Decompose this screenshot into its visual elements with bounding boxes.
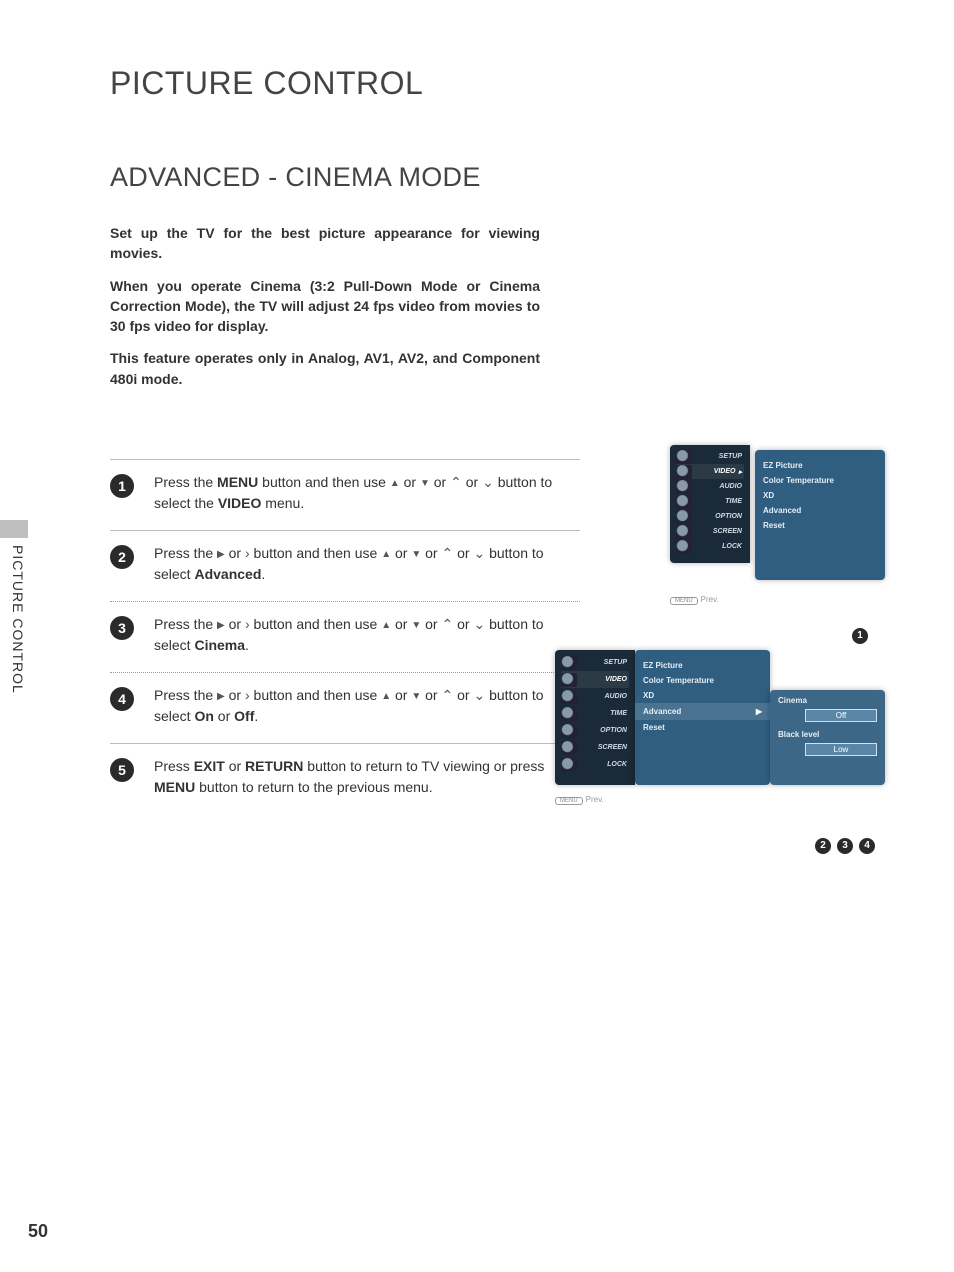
osd-item: EZ Picture xyxy=(763,458,877,473)
step-number-badge: 4 xyxy=(110,687,134,711)
page-number: 50 xyxy=(28,1221,48,1242)
osd-sub-label: Black level xyxy=(778,730,877,739)
osd-item: Color Temperature xyxy=(643,673,762,688)
chevron-up-icon: ⌃ xyxy=(441,543,453,564)
osd-item: Advanced xyxy=(763,503,877,518)
callout-badge-4: 4 xyxy=(859,838,875,854)
right-triangle-icon: ▶ xyxy=(756,707,762,716)
step-number-badge: 1 xyxy=(110,474,134,498)
menu-button-icon: MENU xyxy=(555,797,583,805)
osd-sub-label: Cinema xyxy=(778,696,877,705)
osd-video-panel: EZ Picture Color Temperature XD Advanced… xyxy=(755,450,885,580)
down-triangle-icon: ▼ xyxy=(420,476,430,491)
up-triangle-icon: ▲ xyxy=(381,689,391,704)
osd-item: Reset xyxy=(763,518,877,533)
up-triangle-icon: ▲ xyxy=(381,547,391,562)
step-5: 5 Press EXIT or RETURN button to return … xyxy=(110,744,580,814)
osd-side-item: TIME xyxy=(676,494,744,509)
chevron-down-icon: ⌄ xyxy=(473,685,485,706)
osd-side-item-selected: VIDEO▸ xyxy=(676,464,744,479)
osd-item: EZ Picture xyxy=(643,658,762,673)
osd-side-menu: SETUP VIDEO AUDIO TIME OPTION SCREEN LOC… xyxy=(555,650,635,785)
osd-screenshot-2: SETUP VIDEO AUDIO TIME OPTION SCREEN LOC… xyxy=(555,650,885,825)
up-triangle-icon: ▲ xyxy=(381,618,391,633)
osd-footer: MENUPrev. xyxy=(555,795,604,805)
osd-side-item: OPTION xyxy=(561,722,629,739)
chevron-down-icon: ⌄ xyxy=(473,543,485,564)
callout-badge-3: 3 xyxy=(837,838,853,854)
chevron-down-icon: ⌄ xyxy=(473,614,485,635)
step-4-text: Press the ▶ or › button and then use ▲ o… xyxy=(154,685,580,727)
chevron-up-icon: ⌃ xyxy=(450,472,462,493)
step-number-badge: 5 xyxy=(110,758,134,782)
osd-side-item: SCREEN xyxy=(676,524,744,539)
step-2: 2 Press the ▶ or › button and then use ▲… xyxy=(110,531,580,601)
osd-item: XD xyxy=(643,688,762,703)
chevron-up-icon: ⌃ xyxy=(441,614,453,635)
step-1: 1 Press the MENU button and then use ▲ o… xyxy=(110,460,580,530)
side-tab-label: PICTURE CONTROL xyxy=(10,545,26,694)
osd-screenshot-1: SETUP VIDEO▸ AUDIO TIME OPTION SCREEN LO… xyxy=(670,445,885,615)
osd-side-item: SETUP xyxy=(561,654,629,671)
osd-side-item: OPTION xyxy=(676,509,744,524)
callout-badge-row: 2 3 4 xyxy=(815,838,875,854)
step-5-text: Press EXIT or RETURN button to return to… xyxy=(154,756,580,798)
chevron-down-icon: ⌄ xyxy=(482,472,494,493)
osd-side-menu: SETUP VIDEO▸ AUDIO TIME OPTION SCREEN LO… xyxy=(670,445,750,563)
osd-sub-value: Off xyxy=(805,709,877,722)
right-triangle-icon: ▶ xyxy=(217,689,225,704)
callout-badge-2: 2 xyxy=(815,838,831,854)
down-triangle-icon: ▼ xyxy=(411,547,421,562)
down-triangle-icon: ▼ xyxy=(411,618,421,633)
step-4: 4 Press the ▶ or › button and then use ▲… xyxy=(110,673,580,743)
osd-side-item: SETUP xyxy=(676,449,744,464)
osd-side-item: SCREEN xyxy=(561,739,629,756)
menu-button-icon: MENU xyxy=(670,597,698,605)
section-title: ADVANCED - CINEMA MODE xyxy=(110,162,899,193)
intro-p1: Set up the TV for the best picture appea… xyxy=(110,223,540,264)
step-number-badge: 3 xyxy=(110,616,134,640)
osd-advanced-subpanel: Cinema Off Black level Low xyxy=(770,690,885,785)
chevron-up-icon: ⌃ xyxy=(441,685,453,706)
up-triangle-icon: ▲ xyxy=(390,476,400,491)
osd-sub-value: Low xyxy=(805,743,877,756)
osd-side-item: TIME xyxy=(561,705,629,722)
osd-video-panel: EZ Picture Color Temperature XD Advanced… xyxy=(635,650,770,785)
step-3-text: Press the ▶ or › button and then use ▲ o… xyxy=(154,614,580,656)
osd-item: Color Temperature xyxy=(763,473,877,488)
intro-block: Set up the TV for the best picture appea… xyxy=(110,223,540,389)
right-triangle-icon: ▶ xyxy=(217,618,225,633)
osd-side-item: AUDIO xyxy=(676,479,744,494)
side-tab-notch xyxy=(0,520,28,538)
side-tab: PICTURE CONTROL xyxy=(0,500,38,720)
steps-list: 1 Press the MENU button and then use ▲ o… xyxy=(110,459,580,814)
osd-footer: MENUPrev. xyxy=(670,595,719,605)
osd-item: Reset xyxy=(643,720,762,735)
osd-side-item-selected: VIDEO xyxy=(561,671,629,688)
intro-p2: When you operate Cinema (3:2 Pull-Down M… xyxy=(110,276,540,337)
step-3: 3 Press the ▶ or › button and then use ▲… xyxy=(110,602,580,672)
down-triangle-icon: ▼ xyxy=(411,689,421,704)
page-title: PICTURE CONTROL xyxy=(110,65,899,102)
osd-item-selected: Advanced▶ xyxy=(635,703,770,720)
osd-side-item: LOCK xyxy=(676,539,744,554)
intro-p3: This feature operates only in Analog, AV… xyxy=(110,348,540,389)
callout-badge-1: 1 xyxy=(852,628,868,644)
step-number-badge: 2 xyxy=(110,545,134,569)
osd-side-item: AUDIO xyxy=(561,688,629,705)
step-2-text: Press the ▶ or › button and then use ▲ o… xyxy=(154,543,580,585)
osd-side-item: LOCK xyxy=(561,756,629,773)
osd-item: XD xyxy=(763,488,877,503)
right-triangle-icon: ▶ xyxy=(217,547,225,562)
step-1-text: Press the MENU button and then use ▲ or … xyxy=(154,472,580,514)
